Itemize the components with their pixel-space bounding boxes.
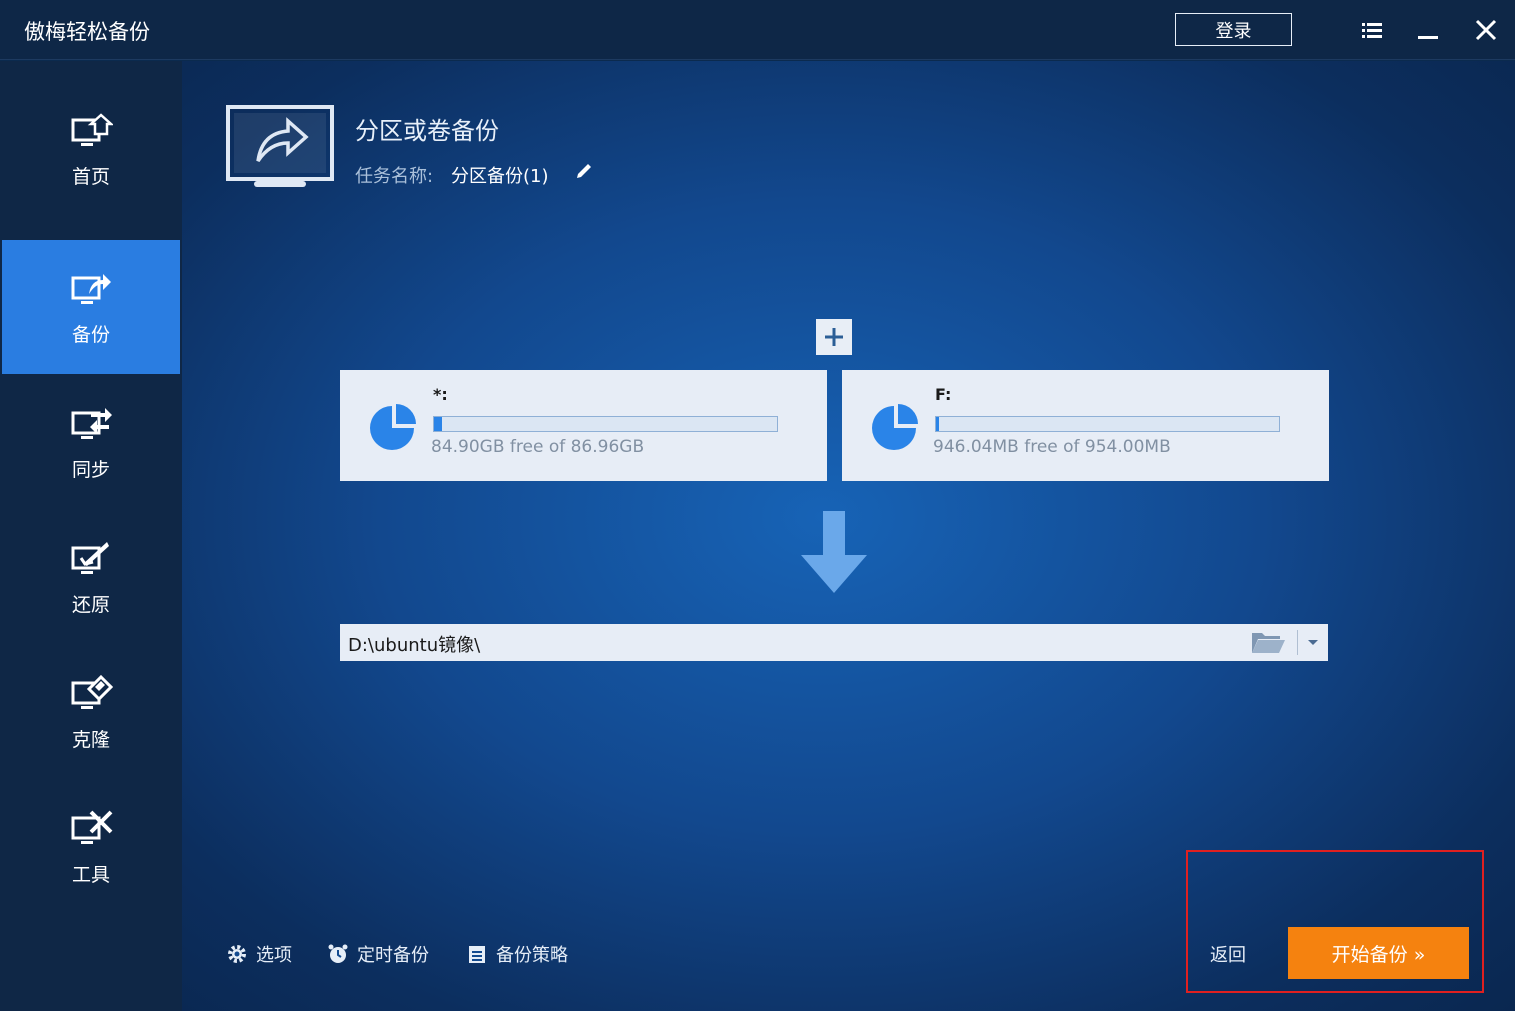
free-space-text: 946.04MB free of 954.00MB bbox=[933, 437, 1171, 457]
destination-path-field[interactable]: D:\ubuntu镜像\ bbox=[340, 624, 1328, 661]
schedule-label: 定时备份 bbox=[357, 945, 429, 966]
clone-icon bbox=[71, 674, 113, 709]
calendar-icon bbox=[469, 946, 485, 963]
sync-icon bbox=[71, 407, 112, 439]
tools-icon bbox=[71, 810, 113, 844]
sidebar-item-label: 还原 bbox=[71, 593, 110, 616]
dropdown-separator bbox=[1297, 630, 1298, 655]
home-icon bbox=[71, 112, 113, 146]
main-panel: 分区或卷备份 任务名称: 分区备份(1) *: 84.90GB free of … bbox=[182, 61, 1515, 1011]
schedule-button[interactable]: 定时备份 bbox=[327, 941, 429, 967]
monitor-backup-icon bbox=[226, 105, 334, 187]
sidebar-item-clone[interactable]: 克隆 bbox=[2, 645, 180, 779]
title-bar: 傲梅轻松备份 登录 bbox=[0, 0, 1515, 60]
sidebar-item-home[interactable]: 首页 bbox=[2, 82, 180, 216]
sidebar-item-label: 克隆 bbox=[71, 728, 110, 751]
partition-pie-icon bbox=[872, 404, 918, 450]
folder-open-icon[interactable] bbox=[1250, 629, 1286, 655]
start-backup-button[interactable]: 开始备份 » bbox=[1288, 927, 1469, 979]
plus-icon bbox=[825, 328, 843, 346]
usage-bar-fill bbox=[434, 417, 443, 431]
sidebar-item-tools[interactable]: 工具 bbox=[2, 780, 180, 914]
sidebar-item-sync[interactable]: 同步 bbox=[2, 375, 180, 509]
partition-pie-icon bbox=[370, 404, 416, 450]
usage-bar bbox=[935, 416, 1280, 432]
login-button[interactable]: 登录 bbox=[1175, 13, 1292, 46]
sidebar-item-label: 首页 bbox=[71, 165, 110, 188]
sidebar-item-label: 备份 bbox=[71, 323, 110, 346]
destination-path: D:\ubuntu镜像\ bbox=[348, 635, 481, 656]
backup-scheme-button[interactable]: 备份策略 bbox=[466, 941, 568, 967]
options-label: 选项 bbox=[256, 945, 292, 966]
back-button[interactable]: 返回 bbox=[1210, 941, 1246, 967]
page-title: 分区或卷备份 bbox=[355, 117, 499, 145]
backup-scheme-label: 备份策略 bbox=[496, 945, 568, 966]
add-partition-button[interactable] bbox=[816, 319, 852, 355]
restore-icon bbox=[71, 541, 109, 574]
alarm-clock-icon bbox=[328, 944, 348, 963]
usage-bar bbox=[433, 416, 778, 432]
usage-bar-fill bbox=[936, 417, 939, 431]
backup-icon bbox=[71, 273, 111, 304]
edit-icon[interactable] bbox=[574, 161, 594, 181]
free-space-text: 84.90GB free of 86.96GB bbox=[431, 437, 645, 457]
app-title: 傲梅轻松备份 bbox=[24, 20, 150, 44]
source-partition[interactable]: *: 84.90GB free of 86.96GB bbox=[340, 370, 827, 481]
sidebar-item-label: 工具 bbox=[71, 863, 110, 886]
source-partition[interactable]: F: 946.04MB free of 954.00MB bbox=[842, 370, 1329, 481]
sidebar-item-label: 同步 bbox=[71, 458, 110, 481]
minimize-icon[interactable] bbox=[1412, 14, 1444, 46]
gear-icon bbox=[228, 945, 246, 963]
chevron-down-icon[interactable] bbox=[1302, 632, 1324, 652]
task-name-label: 任务名称: bbox=[355, 166, 434, 187]
sidebar-item-backup[interactable]: 备份 bbox=[2, 240, 180, 374]
sidebar-item-restore[interactable]: 还原 bbox=[2, 510, 180, 644]
options-button[interactable]: 选项 bbox=[226, 941, 292, 967]
menu-icon[interactable] bbox=[1356, 14, 1388, 46]
task-name-value: 分区备份(1) bbox=[451, 166, 549, 187]
down-arrow-icon bbox=[801, 511, 867, 593]
drive-letter: *: bbox=[433, 385, 448, 404]
drive-letter: F: bbox=[935, 385, 952, 404]
sidebar: 首页 备份 同步 还原 克隆 工具 bbox=[0, 61, 182, 1011]
close-icon[interactable] bbox=[1470, 14, 1502, 46]
